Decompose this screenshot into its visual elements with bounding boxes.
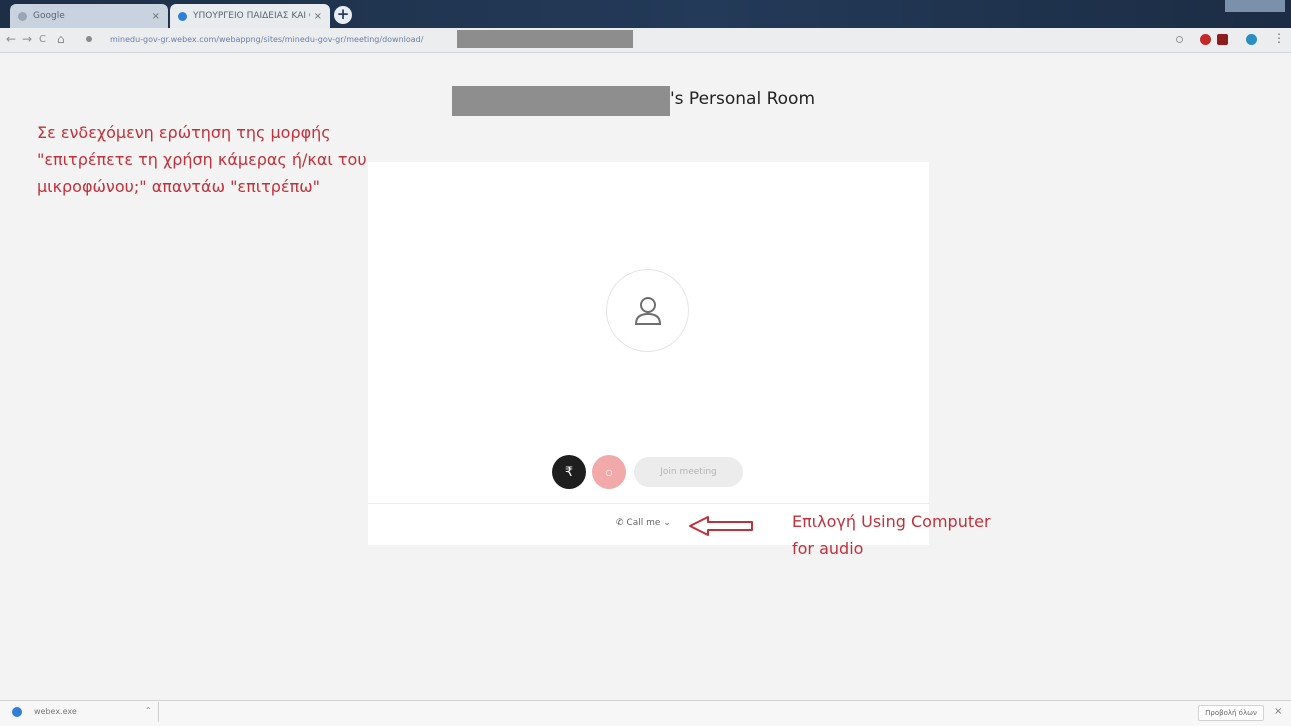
download-options-icon[interactable]: ⌃ — [145, 706, 152, 715]
url-redaction — [457, 30, 633, 48]
tab-close-icon[interactable]: × — [152, 11, 160, 22]
tab-close-icon[interactable]: × — [314, 11, 322, 22]
video-icon: ○ — [605, 467, 613, 477]
google-favicon-icon — [18, 11, 27, 21]
new-tab-button[interactable]: + — [334, 6, 352, 24]
tab-label: Google — [33, 11, 65, 21]
phone-icon: ✆ — [616, 518, 624, 528]
tab-webex-meeting[interactable]: ΥΠΟΥΡΓΕΙΟ ΠΑΙΔΕΙΑΣ ΚΑΙ ΘΡΗΣ × — [170, 4, 330, 28]
microphone-icon: ₹ — [564, 464, 574, 480]
browser-tab-strip: Google × ΥΠΟΥΡΓΕΙΟ ΠΑΙΔΕΙΑΣ ΚΑΙ ΘΡΗΣ × + — [0, 0, 1291, 28]
meeting-preview-card — [368, 162, 929, 545]
webex-favicon-icon — [178, 11, 187, 21]
microphone-button[interactable]: ₹ — [552, 455, 586, 489]
user-icon — [634, 296, 661, 325]
permission-annotation-line: Σε ενδεχόμενη ερώτηση της μορφής — [37, 123, 331, 142]
host-name-redaction — [452, 86, 670, 116]
annotation-arrow-icon — [689, 516, 753, 536]
personal-room-title: 's Personal Room — [670, 89, 816, 109]
join-meeting-button[interactable]: Join meeting — [634, 457, 743, 487]
audio-annotation-line: for audio — [792, 539, 864, 558]
permission-annotation: Σε ενδεχόμενη ερώτηση της μορφής "επιτρέ… — [37, 119, 367, 200]
back-icon[interactable]: ← — [6, 32, 16, 46]
audio-connection-dropdown[interactable]: ✆ Call me ⌄ — [616, 518, 671, 528]
forward-icon[interactable]: → — [22, 32, 32, 46]
video-button[interactable]: ○ — [592, 455, 626, 489]
reload-icon[interactable]: C — [39, 34, 46, 45]
extension-red-icon[interactable] — [1200, 34, 1211, 45]
browser-menu-icon[interactable]: ⋮ — [1273, 31, 1285, 45]
audio-annotation: Επιλογή Using Computer for audio — [792, 508, 991, 562]
window-controls[interactable] — [1225, 0, 1285, 12]
audio-annotation-line: Επιλογή Using Computer — [792, 512, 991, 531]
browser-toolbar: ← → C ⌂ minedu-gov-gr.webex.com/webappng… — [0, 28, 1291, 53]
chevron-down-icon: ⌄ — [663, 518, 671, 528]
download-bar — [0, 700, 1291, 726]
profile-avatar-icon[interactable] — [1246, 34, 1257, 45]
avatar — [606, 269, 689, 352]
download-file-icon — [12, 707, 22, 717]
secure-lock-icon — [86, 36, 92, 42]
home-icon[interactable]: ⌂ — [57, 32, 65, 46]
show-all-downloads-button[interactable]: Προβολή όλων — [1198, 705, 1264, 721]
card-divider — [368, 503, 929, 504]
close-download-bar-icon[interactable]: × — [1274, 706, 1282, 717]
audio-option-label: Call me — [626, 518, 661, 528]
tab-google[interactable]: Google × — [10, 4, 168, 28]
download-file-name[interactable]: webex.exe — [34, 707, 77, 716]
download-separator — [158, 702, 159, 722]
tab-label: ΥΠΟΥΡΓΕΙΟ ΠΑΙΔΕΙΑΣ ΚΑΙ ΘΡΗΣ — [193, 11, 310, 21]
permission-annotation-line: "επιτρέπετε τη χρήση κάμερας ή/και του — [37, 150, 367, 169]
bookmark-star-icon[interactable] — [1176, 36, 1183, 43]
extension-dark-red-icon[interactable] — [1217, 34, 1228, 45]
permission-annotation-line: μικροφώνου;" απαντάω "επιτρέπω" — [37, 177, 320, 196]
